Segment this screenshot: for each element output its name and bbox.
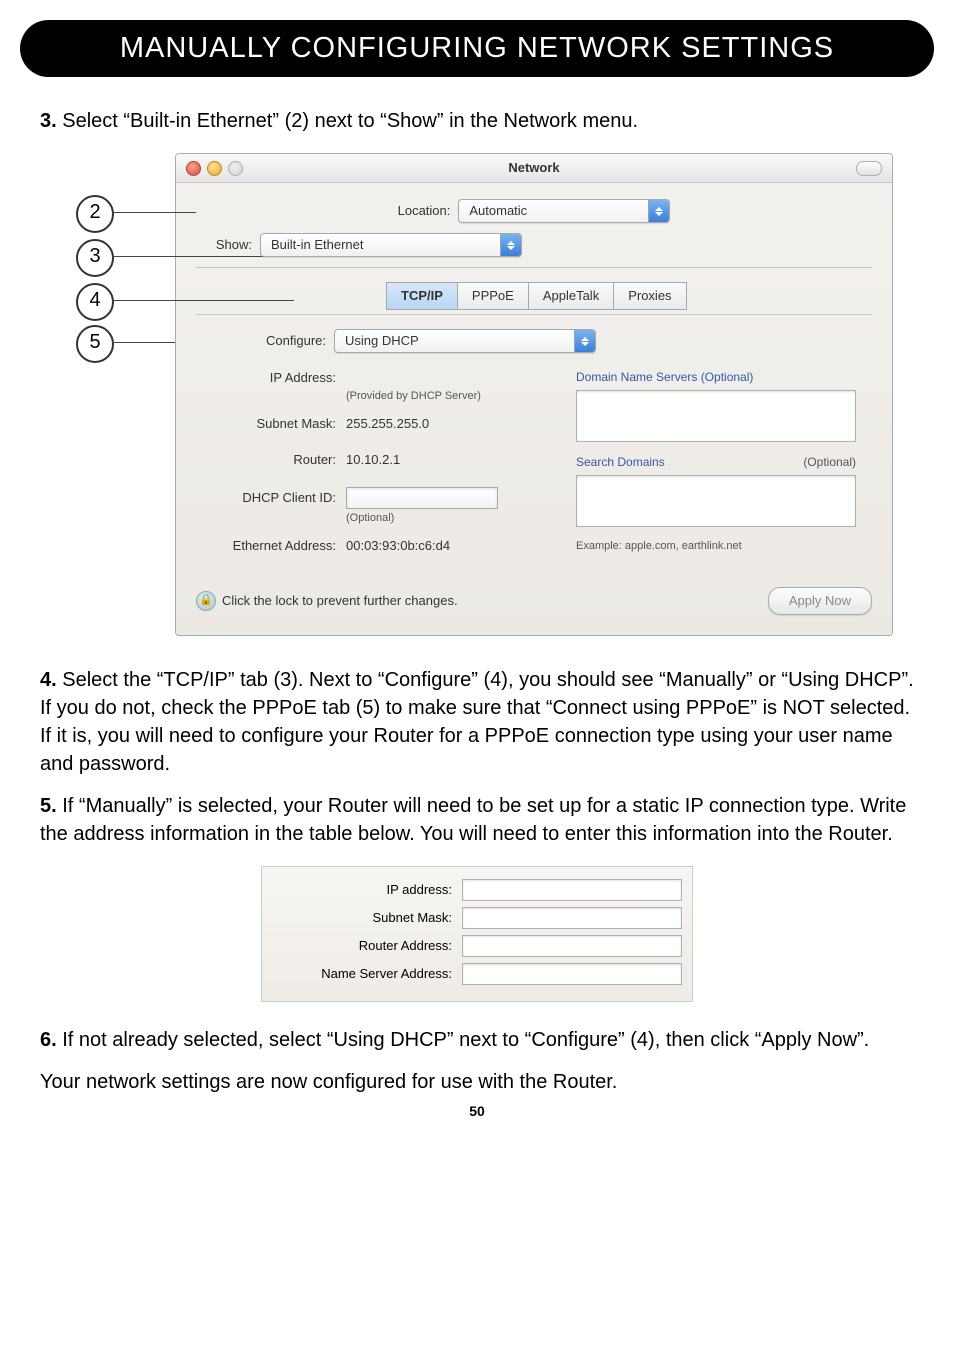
closing-text: Your network settings are now configured…	[40, 1068, 914, 1096]
callout-5-line	[112, 342, 175, 343]
ip-address-label: IP Address:	[196, 369, 346, 387]
router-address-label: Router Address:	[272, 937, 462, 955]
step-5-number: 5.	[40, 795, 57, 817]
toolbar-toggle-icon[interactable]	[856, 161, 882, 176]
window-title-text: Network	[508, 160, 559, 175]
subnet-mask-value: 255.255.255.0	[346, 415, 429, 433]
callout-3: 3	[76, 239, 114, 277]
search-domains-textarea[interactable]	[576, 475, 856, 527]
table-row: Name Server Address:	[272, 963, 682, 985]
callout-2-line	[112, 212, 196, 213]
step-6-text: If not already selected, select “Using D…	[62, 1029, 869, 1051]
show-label: Show:	[196, 236, 260, 254]
minimize-icon[interactable]	[207, 161, 222, 176]
ip-address-sub: (Provided by DHCP Server)	[346, 389, 556, 404]
divider	[196, 314, 872, 315]
lock-text: Click the lock to prevent further change…	[222, 592, 458, 610]
subnet-mask-label: Subnet Mask:	[272, 909, 462, 927]
name-server-input[interactable]	[462, 963, 682, 985]
chevron-updown-icon	[500, 234, 521, 256]
callout-4: 4	[76, 283, 114, 321]
step-4: 4. Select the “TCP/IP” tab (3). Next to …	[40, 666, 914, 778]
location-label: Location:	[398, 202, 459, 220]
configure-value: Using DHCP	[335, 332, 429, 350]
network-screenshot: 2 3 4 5 Network Location: Auto	[40, 153, 914, 636]
tab-proxies[interactable]: Proxies	[613, 282, 686, 310]
step-6: 6. If not already selected, select “Usin…	[40, 1026, 914, 1054]
step-3-number: 3.	[40, 110, 57, 132]
step-6-number: 6.	[40, 1029, 57, 1051]
lock-icon[interactable]: 🔒	[196, 591, 216, 611]
step-5-text: If “Manually” is selected, your Router w…	[40, 795, 906, 845]
router-value: 10.10.2.1	[346, 451, 400, 469]
tab-appletalk[interactable]: AppleTalk	[528, 282, 614, 310]
show-value: Built-in Ethernet	[261, 236, 374, 254]
tab-tcpip[interactable]: TCP/IP	[386, 282, 458, 310]
tabs: TCP/IP PPPoE AppleTalk Proxies	[386, 282, 872, 310]
step-5: 5. If “Manually” is selected, your Route…	[40, 792, 914, 848]
dhcp-client-sub: (Optional)	[346, 511, 556, 526]
search-domains-optional: (Optional)	[803, 454, 856, 471]
dns-heading: Domain Name Servers (Optional)	[576, 369, 856, 386]
table-row: IP address:	[272, 879, 682, 901]
subnet-mask-input[interactable]	[462, 907, 682, 929]
tab-pppoe[interactable]: PPPoE	[457, 282, 529, 310]
chevron-updown-icon	[648, 200, 669, 222]
show-select[interactable]: Built-in Ethernet	[260, 233, 522, 257]
location-select[interactable]: Automatic	[458, 199, 670, 223]
configure-label: Configure:	[196, 332, 334, 350]
dns-textarea[interactable]	[576, 390, 856, 442]
name-server-label: Name Server Address:	[272, 965, 462, 983]
callout-2: 2	[76, 195, 114, 233]
ethernet-address-value: 00:03:93:0b:c6:d4	[346, 537, 450, 555]
callout-4-line	[112, 300, 294, 301]
window-titlebar: Network	[176, 154, 892, 183]
dhcp-client-label: DHCP Client ID:	[196, 489, 346, 507]
divider	[196, 267, 872, 268]
callout-5: 5	[76, 325, 114, 363]
network-pref-window: Network Location: Automatic Show: Built-…	[175, 153, 893, 636]
configure-select[interactable]: Using DHCP	[334, 329, 596, 353]
search-domains-example: Example: apple.com, earthlink.net	[576, 539, 856, 554]
zoom-icon[interactable]	[228, 161, 243, 176]
step-4-number: 4.	[40, 669, 57, 691]
search-domains-heading: Search Domains	[576, 454, 665, 471]
step-3: 3. Select “Built-in Ethernet” (2) next t…	[40, 107, 914, 135]
close-icon[interactable]	[186, 161, 201, 176]
ethernet-address-label: Ethernet Address:	[196, 537, 346, 555]
ip-address-label: IP address:	[272, 881, 462, 899]
step-3-text: Select “Built-in Ethernet” (2) next to “…	[62, 110, 638, 132]
dhcp-client-input[interactable]	[346, 487, 498, 509]
step-4-text: Select the “TCP/IP” tab (3). Next to “Co…	[40, 669, 914, 775]
router-label: Router:	[196, 451, 346, 469]
chevron-updown-icon	[574, 330, 595, 352]
table-row: Router Address:	[272, 935, 682, 957]
address-table: IP address: Subnet Mask: Router Address:…	[261, 866, 693, 1002]
subnet-mask-label: Subnet Mask:	[196, 415, 346, 433]
router-address-input[interactable]	[462, 935, 682, 957]
apply-now-button[interactable]: Apply Now	[768, 587, 872, 615]
traffic-lights	[186, 161, 243, 176]
location-value: Automatic	[459, 202, 537, 220]
page-number: 50	[40, 1102, 914, 1122]
ip-address-input[interactable]	[462, 879, 682, 901]
table-row: Subnet Mask:	[272, 907, 682, 929]
page-header: MANUALLY CONFIGURING NETWORK SETTINGS	[20, 20, 934, 77]
